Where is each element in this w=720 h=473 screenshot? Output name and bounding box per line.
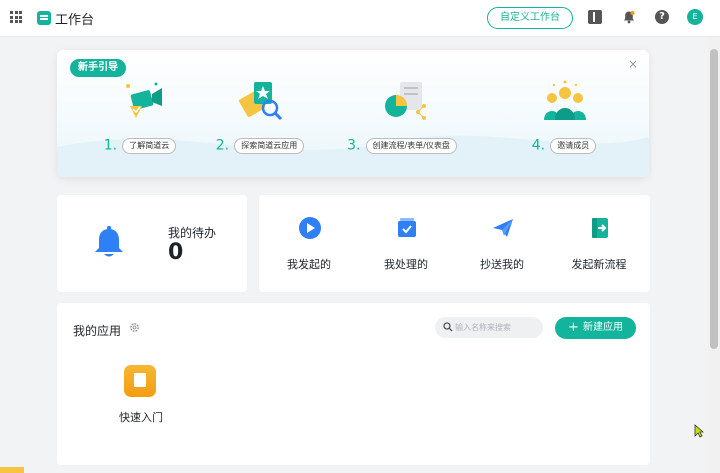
inbox-check-icon: [398, 218, 416, 237]
close-icon[interactable]: ×: [628, 57, 638, 71]
plus-icon: +: [568, 320, 579, 335]
bell-icon: [95, 226, 123, 257]
app-search-icon: [239, 82, 283, 121]
my-apps-card: 我的应用 +新建应用 快速入门: [57, 303, 650, 465]
book-icon[interactable]: [588, 10, 602, 24]
app-tile-quick-start[interactable]: 快速入门: [111, 363, 171, 433]
gear-icon[interactable]: [129, 322, 140, 333]
exit-door-icon: [592, 218, 608, 238]
guide-step-3[interactable]: 3. 创建流程/表单/仪表盘: [342, 78, 462, 158]
action-cc-to-me[interactable]: 抄送我的: [457, 217, 547, 277]
help-icon[interactable]: ?: [655, 10, 669, 24]
action-handled-by-me[interactable]: 我处理的: [361, 217, 451, 277]
app-tile-label: 快速入门: [119, 411, 163, 424]
guide-step-label: 4. 邀请成员: [504, 135, 624, 154]
guide-step-label: 2. 探索简道云应用: [200, 135, 320, 154]
action-initiated-by-me[interactable]: 我发起的: [264, 217, 354, 277]
customize-workbench-button[interactable]: 自定义工作台: [487, 7, 573, 29]
workflow-actions-card: 我发起的 我处理的 抄送我的 发起新流程: [259, 195, 650, 292]
my-apps-title: 我的应用: [73, 324, 122, 338]
scrollbar-thumb[interactable]: [710, 49, 718, 349]
mouse-cursor-icon: [694, 424, 704, 438]
notification-bell-icon[interactable]: [622, 10, 636, 24]
guide-step-label: 3. 创建流程/表单/仪表盘: [342, 135, 462, 154]
top-bar: 工作台 自定义工作台 ? E: [0, 0, 720, 37]
new-app-button[interactable]: + 新建应用: [555, 317, 636, 339]
dashboard-chart-icon: [385, 82, 426, 120]
guide-badge: 新手引导: [70, 59, 126, 77]
todo-count: 0: [168, 240, 184, 265]
guide-step-label: 1. 了解简道云: [80, 135, 200, 154]
avatar[interactable]: E: [687, 9, 703, 25]
video-camera-icon: [126, 82, 162, 118]
guide-step-2[interactable]: 2. 探索简道云应用: [200, 78, 320, 158]
bottom-edge-tab: [0, 467, 24, 473]
paper-plane-icon: [493, 219, 513, 237]
scrollbar[interactable]: [708, 37, 720, 473]
team-members-icon: [544, 80, 586, 120]
todo-label: 我的待办: [168, 226, 217, 240]
action-start-new-workflow[interactable]: 发起新流程: [554, 217, 644, 277]
workbench-logo-icon: [37, 11, 51, 25]
guide-step-4[interactable]: 4. 邀请成员: [504, 78, 624, 158]
play-icon: [299, 217, 321, 239]
quick-start-app-icon: [124, 365, 156, 397]
app-grid-icon[interactable]: [10, 11, 22, 23]
my-todo-card[interactable]: 我的待办 0: [57, 195, 247, 292]
guide-step-1[interactable]: 1. 了解简道云: [80, 78, 200, 158]
search-icon: [443, 322, 453, 332]
onboarding-guide-card: 新手引导 × 1. 了解简道云 2. 探索简道云应用 3. 创建流程/表单/仪表…: [57, 50, 649, 177]
page-title: 工作台: [55, 13, 95, 28]
